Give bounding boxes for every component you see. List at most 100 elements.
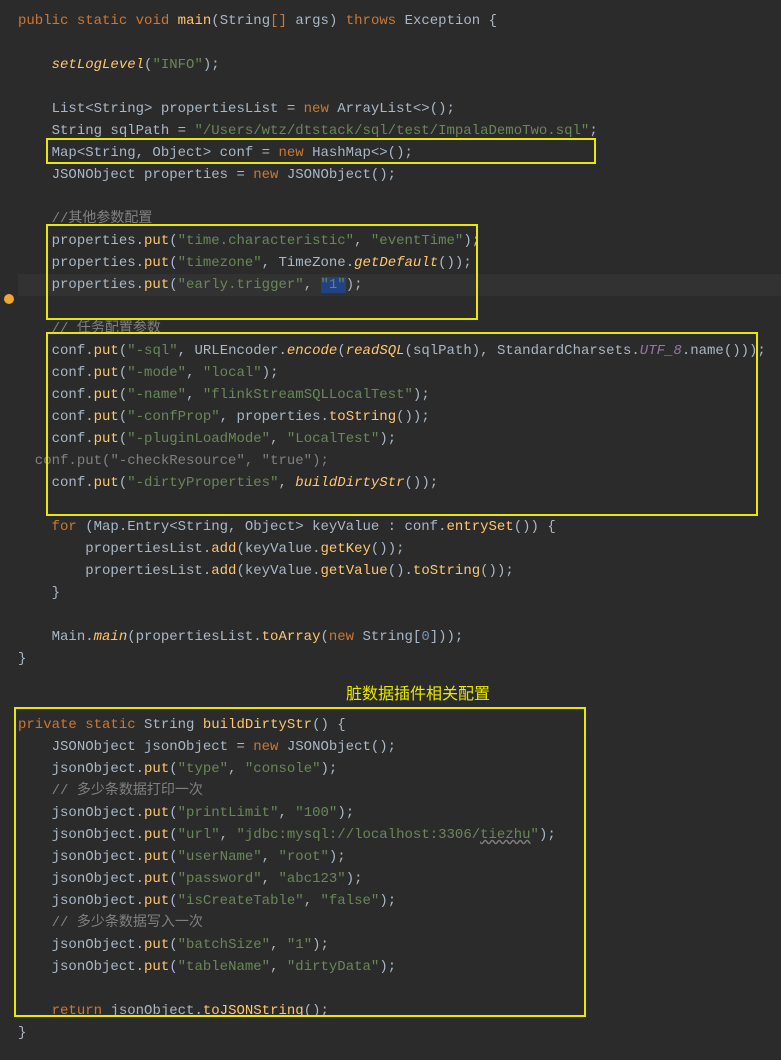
obj: propertiesList. — [85, 541, 211, 557]
param: args — [287, 13, 329, 29]
paren: ( — [169, 805, 177, 821]
paren: ( — [169, 893, 177, 909]
code-line[interactable]: // 多少条数据打印一次 — [18, 780, 781, 802]
string-literal: " — [531, 827, 539, 843]
code-line[interactable]: String sqlPath = "/Users/wtz/dtstack/sql… — [18, 120, 781, 142]
code-line[interactable]: //其他参数配置 — [18, 208, 781, 230]
obj: jsonObject. — [52, 761, 144, 777]
type: String — [136, 717, 203, 733]
type-string: String — [220, 13, 270, 29]
string-literal: "-sql" — [127, 343, 177, 359]
code-line[interactable]: conf.put("-sql", URLEncoder.encode(readS… — [18, 340, 781, 362]
code-line[interactable]: conf.put("-name", "flinkStreamSQLLocalTe… — [18, 384, 781, 406]
method-encode: encode — [287, 343, 337, 359]
code-line[interactable]: conf.put("-checkResource", "true"); — [18, 450, 781, 472]
obj: properties. — [52, 277, 144, 293]
code-line[interactable]: conf.put("-mode", "local"); — [18, 362, 781, 384]
code-line[interactable]: // 任务配置参数 — [18, 318, 781, 340]
paren: ()); — [438, 255, 472, 271]
exception: Exception — [405, 13, 481, 29]
string-literal: "timezone" — [178, 255, 262, 271]
comma: , — [278, 475, 295, 491]
method-put: put — [144, 761, 169, 777]
kw-new: new — [304, 101, 329, 117]
code-line[interactable]: jsonObject.put("batchSize", "1"); — [18, 934, 781, 956]
code-line[interactable]: jsonObject.put("tableName", "dirtyData")… — [18, 956, 781, 978]
string-literal: "LocalTest" — [287, 431, 379, 447]
string-literal: "-confProp" — [127, 409, 219, 425]
code-line[interactable]: } — [18, 1022, 781, 1044]
paren: ( — [119, 431, 127, 447]
comma: , — [270, 431, 287, 447]
gutter-warning-icon[interactable] — [4, 294, 14, 304]
comment: // 多少条数据写入一次 — [52, 915, 203, 931]
code-line[interactable]: jsonObject.put("type", "console"); — [18, 758, 781, 780]
commented-paren: ); — [312, 453, 329, 469]
code-line[interactable]: } — [18, 582, 781, 604]
comma: , — [354, 233, 371, 249]
timezone: TimeZone. — [278, 255, 354, 271]
string-literal: "/Users/wtz/dtstack/sql/test/ImpalaDemoT… — [194, 123, 589, 139]
paren: ()) { — [514, 519, 556, 535]
method-put: put — [144, 893, 169, 909]
obj: properties. — [52, 233, 144, 249]
comma: , — [262, 871, 279, 887]
paren: ( — [337, 343, 345, 359]
code-line[interactable]: conf.put("-dirtyProperties", buildDirtyS… — [18, 472, 781, 494]
paren: ( — [169, 255, 177, 271]
method-builddirtystr: buildDirtyStr — [203, 717, 312, 733]
kw-new: new — [329, 629, 354, 645]
string-literal: "password" — [178, 871, 262, 887]
paren: ()); — [405, 475, 439, 491]
code-line[interactable]: JSONObject properties = new JSONObject()… — [18, 164, 781, 186]
code-line[interactable]: private static String buildDirtyStr() { — [18, 714, 781, 736]
type: JSONObject(); — [278, 739, 396, 755]
method-toarray: toArray — [262, 629, 321, 645]
code-line[interactable]: JSONObject jsonObject = new JSONObject()… — [18, 736, 781, 758]
decl: String sqlPath = — [52, 123, 195, 139]
code-line[interactable]: jsonObject.put("password", "abc123"); — [18, 868, 781, 890]
comment: //其他参数配置 — [52, 211, 153, 227]
paren: (keyValue. — [236, 541, 320, 557]
obj: jsonObject. — [52, 827, 144, 843]
commented-str: "-checkResource" — [110, 453, 244, 469]
code-editor[interactable]: 脏数据插件相关配置 public static void main(String… — [18, 10, 781, 1044]
code-line[interactable]: conf.put("-pluginLoadMode", "LocalTest")… — [18, 428, 781, 450]
code-line[interactable]: } — [18, 648, 781, 670]
method-put: put — [94, 387, 119, 403]
code-line[interactable]: // 多少条数据写入一次 — [18, 912, 781, 934]
paren: ()); — [396, 409, 430, 425]
method-main: main — [94, 629, 128, 645]
code-line[interactable]: properties.put("time.characteristic", "e… — [18, 230, 781, 252]
code-line[interactable]: jsonObject.put("userName", "root"); — [18, 846, 781, 868]
string-literal: "root" — [278, 849, 328, 865]
paren: ( — [169, 761, 177, 777]
code-line[interactable]: Map<String, Object> conf = new HashMap<>… — [18, 142, 781, 164]
code-line[interactable]: properties.put("timezone", TimeZone.getD… — [18, 252, 781, 274]
paren: ); — [379, 431, 396, 447]
paren: ); — [379, 959, 396, 975]
code-line[interactable]: propertiesList.add(keyValue.getKey()); — [18, 538, 781, 560]
code-line-highlighted[interactable]: properties.put("early.trigger", "1"); — [18, 274, 781, 296]
urlencoder: URLEncoder. — [194, 343, 286, 359]
code-line[interactable]: List<String> propertiesList = new ArrayL… — [18, 98, 781, 120]
code-line[interactable]: Main.main(propertiesList.toArray(new Str… — [18, 626, 781, 648]
code-line[interactable]: setLogLevel("INFO"); — [18, 54, 781, 76]
code-line[interactable]: propertiesList.add(keyValue.getValue().t… — [18, 560, 781, 582]
comma: , — [178, 343, 195, 359]
kw-throws: throws — [346, 13, 396, 29]
code-line[interactable]: conf.put("-confProp", properties.toStrin… — [18, 406, 781, 428]
code-line[interactable]: public static void main(String[] args) t… — [18, 10, 781, 32]
paren: ( — [169, 233, 177, 249]
code-line[interactable]: return jsonObject.toJSONString(); — [18, 1000, 781, 1022]
code-line[interactable]: jsonObject.put("url", "jdbc:mysql://loca… — [18, 824, 781, 846]
code-line[interactable]: jsonObject.put("printLimit", "100"); — [18, 802, 781, 824]
code-line[interactable]: jsonObject.put("isCreateTable", "false")… — [18, 890, 781, 912]
method-put: put — [144, 871, 169, 887]
obj: jsonObject. — [52, 805, 144, 821]
method-put: put — [144, 277, 169, 293]
code-line[interactable]: for (Map.Entry<String, Object> keyValue … — [18, 516, 781, 538]
obj: conf. — [52, 409, 94, 425]
string-literal: "url" — [178, 827, 220, 843]
paren: (keyValue. — [236, 563, 320, 579]
